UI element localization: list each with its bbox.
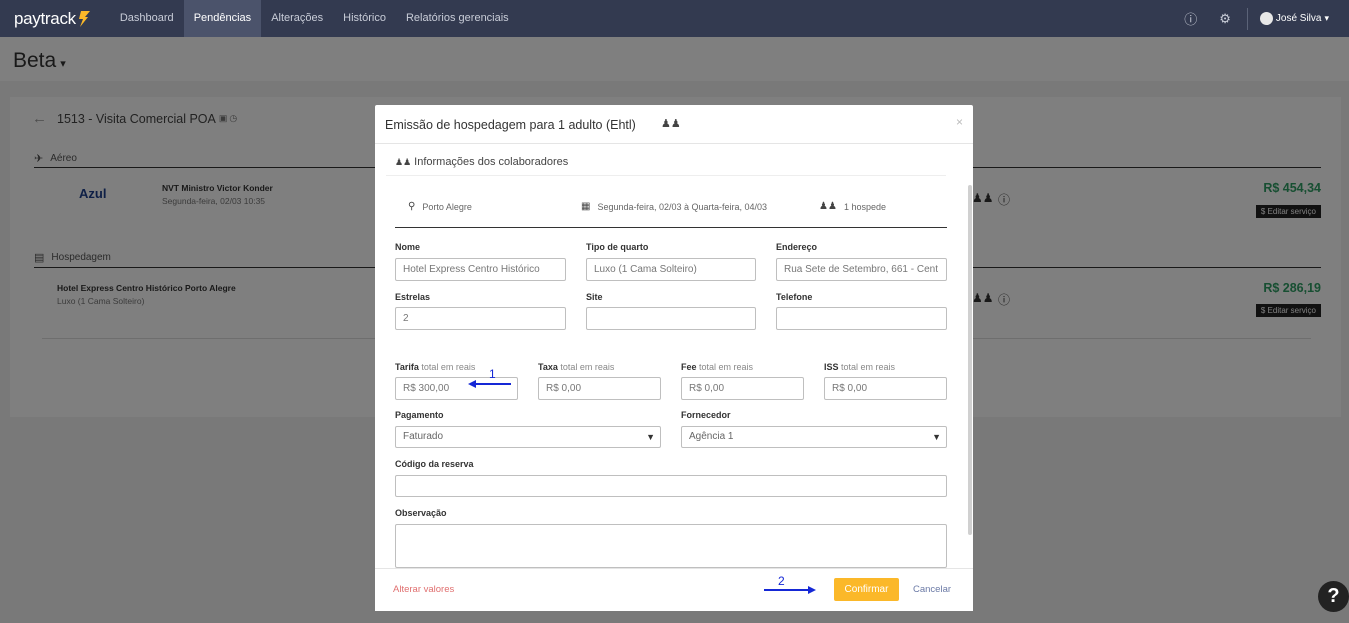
observation-textarea[interactable] — [395, 524, 947, 568]
trip-dates-text: Segunda-feira, 02/03 à Quarta-feira, 04/… — [597, 201, 768, 212]
label-codigo-reserva: Código da reserva — [395, 459, 474, 469]
cancel-link[interactable]: Cancelar — [913, 584, 951, 595]
avatar[interactable] — [1259, 12, 1273, 25]
guests-icon: ♟♟ — [661, 118, 681, 130]
nav-alteracoes[interactable]: Alterações — [261, 0, 333, 37]
guests-icon: ♟♟ — [819, 201, 837, 212]
nav-divider — [1246, 7, 1248, 30]
label-estrelas: Estrelas — [395, 292, 431, 302]
label-iss-text: ISS — [824, 362, 839, 372]
supplier-select-value: Agência 1 — [689, 431, 734, 442]
label-pagamento: Pagamento — [395, 410, 444, 420]
label-nome: Nome — [395, 242, 421, 252]
label-site: Site — [586, 292, 603, 302]
trip-dates: ▦ Segunda-feira, 02/03 à Quarta-feira, 0… — [581, 201, 767, 212]
label-taxa: Taxa total em reais — [538, 362, 614, 372]
supplier-select[interactable]: Agência 1 ▼ — [681, 426, 947, 448]
nav-relatorios[interactable]: Relatórios gerenciais — [396, 0, 519, 37]
guests-icon: ♟♟ — [395, 157, 412, 167]
label-tarifa: Tarifa total em reais — [395, 362, 475, 372]
stars-field[interactable]: 2 — [395, 307, 566, 330]
location-pin-icon: ⚲ — [408, 201, 416, 212]
label-taxa-text: Taxa — [538, 362, 558, 372]
trip-guests-text: 1 hospede — [843, 201, 886, 212]
fee-field[interactable]: R$ 0,00 — [681, 377, 804, 400]
help-button[interactable]: ? — [1318, 581, 1349, 612]
alter-values-link[interactable]: Alterar valores — [393, 584, 454, 595]
user-name[interactable]: José Silva — [1276, 13, 1322, 24]
label-telefone: Telefone — [776, 292, 813, 302]
label-observacao: Observação — [395, 508, 447, 518]
trip-city: ⚲ Porto Alegre — [408, 201, 472, 212]
phone-field[interactable] — [776, 307, 947, 330]
annotation-arrow-left — [468, 380, 511, 388]
trip-city-text: Porto Alegre — [422, 201, 472, 212]
nav-dashboard[interactable]: Dashboard — [110, 0, 184, 37]
room-type-field[interactable]: Luxo (1 Cama Solteiro) — [586, 258, 756, 281]
label-fornecedor: Fornecedor — [681, 410, 731, 420]
nav-historico[interactable]: Histórico — [333, 0, 396, 37]
label-iss: ISS total em reais — [824, 362, 895, 372]
label-fee-text: Fee — [681, 362, 697, 372]
modal-header: Emissão de hospedagem para 1 adulto (Eht… — [375, 105, 973, 144]
chevron-down-icon[interactable]: ▾ — [1324, 13, 1329, 24]
site-field[interactable] — [586, 307, 756, 330]
modal-title: Emissão de hospedagem para 1 adulto (Eht… — [385, 118, 636, 132]
caret-down-icon: ▼ — [646, 432, 655, 442]
close-icon[interactable]: × — [956, 115, 963, 129]
payment-select-value: Faturado — [403, 431, 444, 442]
iss-field[interactable]: R$ 0,00 — [824, 377, 947, 400]
label-tarifa-hint: total em reais — [421, 362, 476, 372]
label-endereco: Endereço — [776, 242, 818, 252]
label-tarifa-text: Tarifa — [395, 362, 419, 372]
bolt-icon — [78, 10, 90, 27]
trip-guests: ♟♟ 1 hospede — [819, 201, 886, 212]
label-taxa-hint: total em reais — [560, 362, 615, 372]
trip-divider — [395, 227, 947, 228]
caret-down-icon: ▼ — [932, 432, 941, 442]
address-field[interactable]: Rua Sete de Setembro, 661 - Cent — [776, 258, 947, 281]
gear-icon[interactable]: ⚙ — [1219, 11, 1231, 27]
modal-footer: Alterar valores Confirmar Cancelar — [375, 568, 973, 611]
calendar-icon: ▦ — [581, 201, 591, 212]
payment-select[interactable]: Faturado ▼ — [395, 426, 661, 448]
label-iss-hint: total em reais — [841, 362, 896, 372]
modal-scrollbar[interactable] — [968, 185, 972, 535]
nav-pendencias[interactable]: Pendências — [183, 0, 262, 37]
taxa-field[interactable]: R$ 0,00 — [538, 377, 661, 400]
section-heading: ♟♟ Informações dos colaboradores — [395, 156, 568, 168]
brand-name: paytrack — [14, 8, 76, 28]
help-circle-icon[interactable]: ⓘ — [1184, 9, 1197, 28]
confirm-button[interactable]: Confirmar — [834, 578, 899, 601]
top-nav: paytrack Dashboard Pendências Alterações… — [0, 0, 1349, 37]
hotel-emission-modal: Emissão de hospedagem para 1 adulto (Eht… — [375, 105, 973, 611]
hotel-name-field[interactable]: Hotel Express Centro Histórico — [395, 258, 566, 281]
label-fee-hint: total em reais — [699, 362, 754, 372]
label-tipo-quarto: Tipo de quarto — [586, 242, 649, 252]
annotation-arrow-right — [764, 586, 816, 594]
section-divider — [386, 175, 946, 176]
section-heading-label: Informações dos colaboradores — [414, 156, 569, 168]
paytrack-logo[interactable]: paytrack — [14, 9, 90, 29]
reservation-code-field[interactable] — [395, 475, 947, 497]
label-fee: Fee total em reais — [681, 362, 753, 372]
